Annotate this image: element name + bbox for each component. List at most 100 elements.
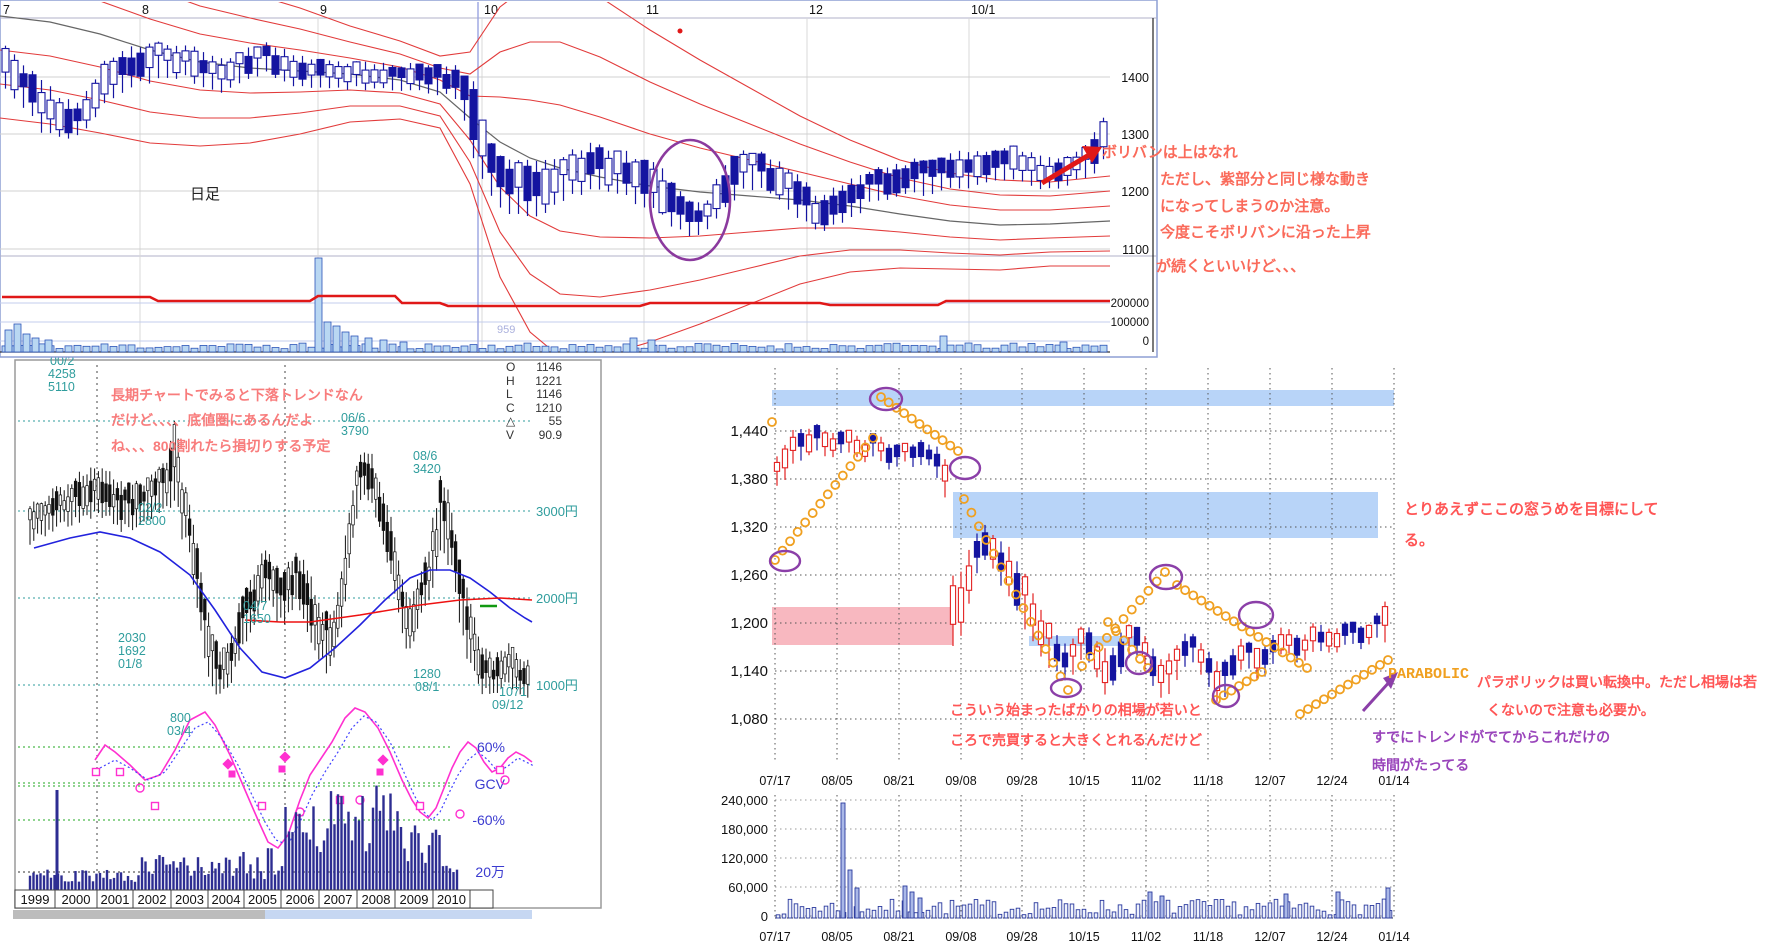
scrollbar-thumb[interactable]	[265, 910, 532, 919]
legend-row: H1221	[506, 375, 562, 389]
sar-dot	[1304, 705, 1312, 713]
sar-dot	[1144, 587, 1152, 595]
daily-timeframe-label: 日足	[190, 183, 220, 204]
sar-dot	[954, 447, 962, 455]
date-axis-label: 11/18	[1193, 774, 1223, 788]
sar-dot	[1220, 691, 1228, 699]
sar-dot	[931, 431, 939, 439]
year-label: 1999	[21, 892, 50, 907]
year-label: 2001	[101, 892, 130, 907]
parabolic-window-note: る。	[1404, 529, 1434, 550]
date-axis-label: 09/28	[1006, 930, 1037, 942]
parabolic-window-note: とりあえずここの窓うめを目標にして	[1404, 498, 1659, 519]
parabolic-chart-panel: 1,4401,3801,3201,2601,2001,1401,080240,0…	[721, 368, 1410, 942]
legend-row: C1210	[506, 402, 562, 416]
sar-dot	[1104, 618, 1112, 626]
sar-dot	[1078, 662, 1086, 670]
price-axis-label: 1,320	[730, 519, 768, 536]
year-label: 2005	[248, 892, 277, 907]
sar-dot	[1064, 686, 1072, 694]
sar-dot	[839, 472, 847, 480]
price-axis-label: 3000円	[536, 504, 578, 519]
month-axis-label: 11	[646, 3, 659, 17]
daily-note-line: が続くといいけど、、、	[1156, 255, 1305, 276]
point-annotation: 2030	[118, 631, 146, 645]
date-axis-label: 11/02	[1131, 774, 1161, 788]
date-axis-label: 11/18	[1193, 930, 1223, 942]
date-axis-label: 12/24	[1316, 930, 1347, 942]
sar-dot	[946, 442, 954, 450]
date-axis-label: 09/28	[1006, 774, 1037, 788]
year-label: 2010	[437, 892, 466, 907]
point-annotation: 03/4	[167, 724, 191, 738]
oscillator-axis-label: 20万	[475, 864, 505, 880]
point-annotation: 1692	[118, 644, 146, 658]
sar-dot	[908, 415, 916, 423]
red-dot-marker	[678, 29, 683, 34]
year-label: 2000	[62, 892, 91, 907]
point-annotation: 1650	[243, 612, 271, 626]
sar-dot	[1295, 659, 1303, 667]
date-axis-label: 08/21	[883, 774, 914, 788]
date-axis-label: 12/24	[1316, 774, 1347, 788]
date-axis-label: 11/02	[1131, 930, 1161, 942]
date-axis-label: 01/14	[1378, 774, 1409, 788]
price-axis-label: 1200	[1121, 185, 1149, 199]
sar-dot	[1360, 671, 1368, 679]
faint-price-label: 959	[497, 324, 515, 336]
sar-dot	[1019, 604, 1027, 612]
parabolic-young-note: こういう始まったばかりの相場が若いと	[950, 700, 1202, 720]
price-axis-label: 1400	[1121, 71, 1149, 85]
point-annotation: 1280	[413, 667, 441, 681]
charts-canvas: 3000円2000円1000円60%GCV-60%20万199920002001…	[0, 0, 1770, 942]
sar-dot	[923, 425, 931, 433]
sar-dot	[824, 490, 832, 498]
sar-dot	[939, 436, 947, 444]
daily-note-line: 今度こそボリバンに沿った上昇	[1160, 221, 1371, 242]
legend-row: V90.9	[506, 429, 562, 443]
sar-dot	[809, 509, 817, 517]
daily-note-line: になってしまうのか注意。	[1160, 195, 1339, 216]
sar-dot	[1344, 681, 1352, 689]
year-label: 2008	[362, 892, 391, 907]
month-axis-label: 12	[809, 3, 823, 17]
parabolic-series-label: PARABOLIC	[1388, 666, 1469, 683]
sar-dot	[1049, 659, 1057, 667]
sar-dot	[1376, 661, 1384, 669]
date-axis-label: 09/08	[945, 930, 976, 942]
sar-dot	[1206, 602, 1214, 610]
parabolic-para-note: くないので注意も必要か。	[1487, 700, 1655, 720]
parabolic-young-note: ころで売買すると大きくとれるんだけど	[950, 730, 1202, 750]
price-axis-label: 1000円	[536, 678, 578, 693]
date-axis-label: 10/15	[1068, 774, 1099, 788]
point-annotation: 08/1	[415, 680, 439, 694]
year-label: 2007	[324, 892, 353, 907]
legend-row: △55	[506, 415, 562, 429]
sar-dot	[786, 537, 794, 545]
price-axis-label: 1,260	[730, 567, 768, 584]
sar-dot	[1312, 700, 1320, 708]
sar-dot	[1384, 656, 1392, 664]
scrollbar-track[interactable]	[13, 910, 265, 919]
highlight-ellipse	[950, 457, 980, 479]
sar-dot	[1189, 591, 1197, 599]
month-axis-label: 7	[3, 3, 10, 17]
year-cell	[470, 890, 493, 908]
point-annotation: 01/8	[118, 657, 142, 671]
price-axis-label: 1100	[1122, 243, 1149, 257]
date-axis-label: 08/05	[821, 930, 852, 942]
point-annotation: 08/6	[413, 449, 437, 463]
sar-dot	[1214, 607, 1222, 615]
sar-dot	[1230, 617, 1238, 625]
month-axis-label: 10	[484, 3, 498, 17]
month-axis-label: 9	[320, 3, 327, 17]
volume-axis-label: 120,000	[721, 851, 768, 866]
sar-dot	[794, 528, 802, 536]
point-annotation: 09/12	[492, 698, 523, 712]
point-annotation: 02/2	[138, 501, 162, 515]
sar-dot	[916, 420, 924, 428]
sar-dot	[1254, 633, 1262, 641]
ohlc-legend: O1146 H1221 L1146 C1210 △55 V90.9	[506, 361, 562, 442]
highlight-band	[772, 607, 953, 645]
sar-dot	[1368, 666, 1376, 674]
